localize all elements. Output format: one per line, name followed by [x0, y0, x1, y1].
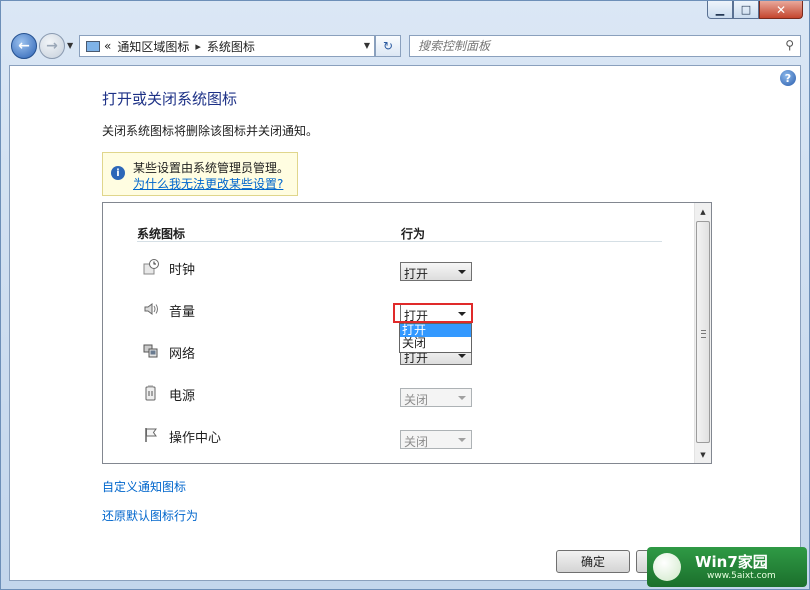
search-box[interactable]: ⚲	[409, 35, 801, 57]
admin-notice-text: 某些设置由系统管理员管理。	[133, 161, 290, 175]
chevron-down-icon	[458, 354, 466, 358]
back-button[interactable]: ←	[11, 33, 37, 59]
minimize-button[interactable]: ▁	[707, 1, 733, 19]
action-center-behavior-select: 关闭	[400, 430, 472, 449]
forward-button[interactable]: →	[39, 33, 65, 59]
chevron-down-icon	[458, 438, 466, 442]
forward-arrow-icon: →	[46, 38, 58, 54]
dropdown-option-off[interactable]: 关闭	[400, 337, 471, 350]
admin-notice: i 某些设置由系统管理员管理。 为什么我无法更改某些设置?	[102, 152, 298, 196]
panel-vertical-scrollbar[interactable]: ▲ ▼	[694, 203, 711, 463]
content-pane: ? 打开或关闭系统图标 关闭系统图标将删除该图标并关闭通知。 i 某些设置由系统…	[9, 65, 801, 581]
clock-icon	[143, 259, 159, 275]
watermark-logo: Win7家园 www.5aixt.com	[647, 547, 807, 587]
power-behavior-value: 关闭	[404, 393, 429, 407]
watermark-brand: Win7家园	[695, 553, 768, 571]
scroll-thumb[interactable]	[696, 221, 710, 443]
refresh-icon: ↻	[382, 39, 394, 53]
restore-default-behavior-link[interactable]: 还原默认图标行为	[102, 507, 198, 524]
column-header-system-icon: 系统图标	[137, 227, 186, 241]
flag-icon	[143, 427, 159, 443]
power-behavior-select: 关闭	[400, 388, 472, 407]
power-icon	[143, 385, 159, 401]
customize-notification-icons-link[interactable]: 自定义通知图标	[102, 478, 186, 495]
action-center-behavior-value: 关闭	[404, 435, 429, 449]
why-cant-change-link[interactable]: 为什么我无法更改某些设置?	[133, 175, 283, 192]
navigation-bar: ← → ▼ « 通知区域图标 ▸ 系统图标 ▼ ↻ ⚲	[9, 31, 801, 61]
row-label-power: 电源	[169, 389, 196, 404]
close-icon: ✕	[775, 2, 787, 17]
address-dropdown-icon[interactable]: ▼	[364, 41, 370, 50]
volume-dropdown-list: 打开 关闭	[399, 323, 472, 353]
house-logo-icon	[653, 553, 681, 581]
breadcrumb-system-icons[interactable]: 系统图标	[207, 38, 255, 55]
caption-buttons: ▁ □ ✕	[707, 1, 803, 19]
search-icon[interactable]: ⚲	[785, 38, 794, 52]
minimize-icon: ▁	[715, 3, 725, 16]
close-button[interactable]: ✕	[759, 1, 803, 19]
network-icon	[143, 343, 159, 359]
help-icon[interactable]: ?	[780, 70, 796, 86]
row-label-clock: 时钟	[169, 263, 196, 278]
ok-button[interactable]: 确定	[556, 550, 630, 573]
search-input[interactable]	[418, 38, 758, 54]
clock-behavior-value: 打开	[404, 267, 429, 281]
row-label-volume: 音量	[169, 305, 196, 320]
maximize-icon: □	[740, 3, 752, 16]
scroll-up-arrow-icon[interactable]: ▲	[695, 203, 711, 220]
breadcrumb-notification-icons[interactable]: 通知区域图标	[117, 38, 189, 55]
refresh-button[interactable]: ↻	[375, 35, 401, 57]
grip-icon	[701, 330, 706, 338]
computer-icon	[86, 40, 100, 52]
system-icons-panel: 系统图标 行为 时钟 打开 音量 打开 网络 打开 打开 关闭 电源 关闭 操作…	[102, 202, 712, 464]
header-divider	[137, 241, 662, 242]
control-panel-window: ▁ □ ✕ ← → ▼ « 通知区域图标 ▸ 系统图标 ▼ ↻ ⚲ ? 打开或关…	[0, 0, 810, 590]
info-icon: i	[111, 166, 125, 180]
volume-icon	[143, 301, 159, 317]
watermark-url: www.5aixt.com	[707, 571, 776, 581]
volume-select-highlight-box	[393, 303, 473, 323]
column-header-behavior: 行为	[401, 227, 426, 241]
address-bar[interactable]: « 通知区域图标 ▸ 系统图标 ▼	[79, 35, 375, 57]
clock-behavior-select[interactable]: 打开	[400, 262, 472, 281]
address-overflow-chevrons[interactable]: «	[104, 39, 111, 53]
recent-pages-chevron-down-icon[interactable]: ▼	[67, 41, 73, 50]
row-label-network: 网络	[169, 347, 196, 362]
back-arrow-icon: ←	[18, 38, 30, 54]
row-label-action-center: 操作中心	[169, 431, 222, 446]
breadcrumb-separator-icon[interactable]: ▸	[195, 40, 201, 53]
page-description: 关闭系统图标将删除该图标并关闭通知。	[102, 124, 319, 138]
maximize-button[interactable]: □	[733, 1, 759, 19]
page-title: 打开或关闭系统图标	[102, 90, 238, 108]
chevron-down-icon	[458, 396, 466, 400]
chevron-down-icon	[458, 270, 466, 274]
scroll-down-arrow-icon[interactable]: ▼	[695, 446, 711, 463]
